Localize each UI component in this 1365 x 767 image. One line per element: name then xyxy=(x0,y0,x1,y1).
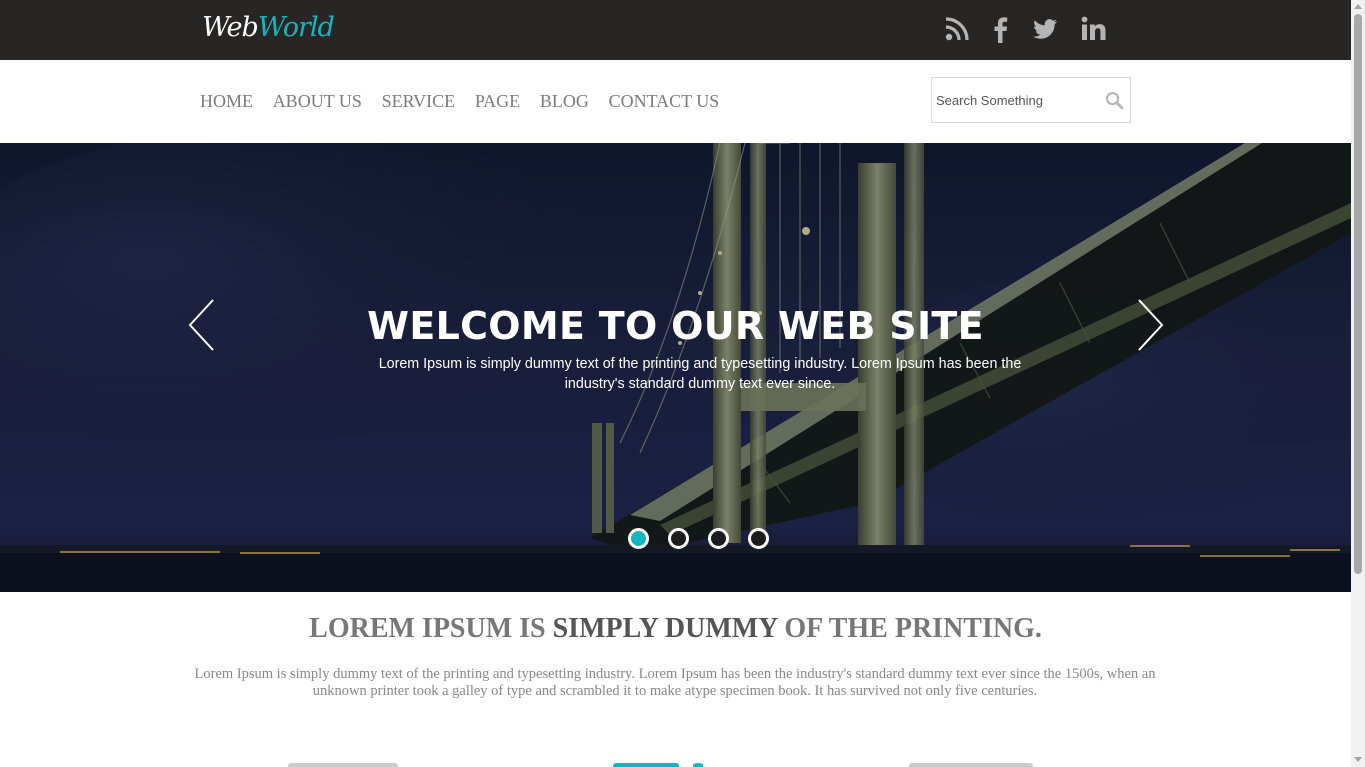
slider-dot-1[interactable] xyxy=(628,528,649,549)
search-box xyxy=(931,77,1131,123)
hero-subtitle: Lorem Ipsum is simply dummy text of the … xyxy=(378,356,1022,392)
top-bar: WebWorld xyxy=(0,0,1351,60)
feature-card-3-top xyxy=(909,763,1033,767)
search-input[interactable] xyxy=(936,90,1096,110)
nav-item-page[interactable]: PAGE xyxy=(475,90,520,112)
nav-menu: HOME ABOUT US SERVICE PAGE BLOG CONTACT … xyxy=(200,90,739,112)
feature-card-2-top xyxy=(613,763,679,767)
slider-dot-3[interactable] xyxy=(708,528,729,549)
feature-card-2-dot xyxy=(693,763,703,767)
section-heading-part1: LOREM IPSUM IS xyxy=(309,613,553,644)
slider-dot-4[interactable] xyxy=(748,528,769,549)
scroll-down-arrow[interactable] xyxy=(1354,757,1362,762)
scrollbar-thumb[interactable] xyxy=(1354,14,1362,574)
section-heading-part2: OF THE PRINTING. xyxy=(777,613,1042,644)
logo-text-web: Web xyxy=(202,12,259,43)
nav-item-about-us[interactable]: ABOUT US xyxy=(273,90,362,112)
nav-item-service[interactable]: SERVICE xyxy=(382,90,456,112)
feature-card-1-top xyxy=(288,763,398,767)
page-scrollbar[interactable] xyxy=(1351,0,1365,767)
rss-icon[interactable] xyxy=(942,14,972,44)
nav-item-contact-us[interactable]: CONTACT US xyxy=(609,90,720,112)
hero-title: WELCOME TO OUR WEB SITE xyxy=(367,304,984,348)
main-navigation: HOME ABOUT US SERVICE PAGE BLOG CONTACT … xyxy=(0,60,1351,143)
section-heading: LOREM IPSUM IS SIMPLY DUMMY OF THE PRINT… xyxy=(0,612,1351,646)
linkedin-icon[interactable] xyxy=(1079,14,1109,44)
section-paragraph: Lorem Ipsum is simply dummy text of the … xyxy=(194,666,1156,699)
nav-item-blog[interactable]: BLOG xyxy=(540,90,589,112)
facebook-icon[interactable] xyxy=(986,14,1016,44)
scroll-up-arrow[interactable] xyxy=(1354,4,1362,9)
twitter-icon[interactable] xyxy=(1030,14,1060,44)
section-heading-highlight: SIMPLY DUMMY xyxy=(552,613,778,644)
slider-dot-2[interactable] xyxy=(668,528,689,549)
logo-text-world: World xyxy=(257,12,335,43)
search-icon[interactable] xyxy=(1105,91,1124,110)
nav-item-home[interactable]: HOME xyxy=(200,90,253,112)
logo[interactable]: WebWorld xyxy=(202,10,335,46)
hero-slider: WELCOME TO OUR WEB SITE Lorem Ipsum is s… xyxy=(0,143,1351,592)
slider-pagination xyxy=(628,528,788,549)
